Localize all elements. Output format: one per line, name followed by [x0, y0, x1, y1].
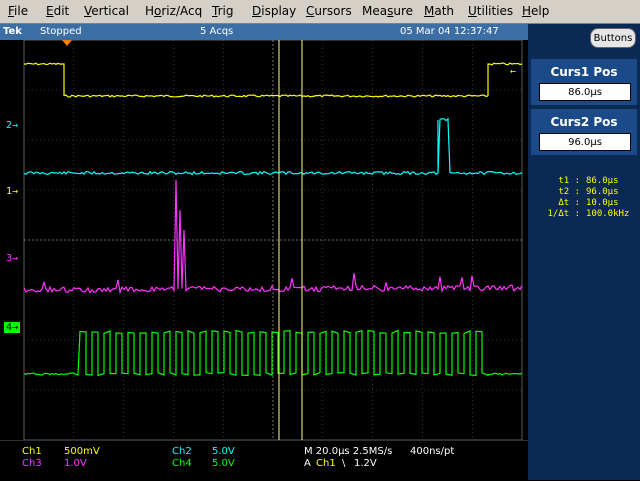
cursor1-title: Curs1 Pos: [550, 65, 618, 79]
trigger-level[interactable]: 1.2V: [354, 458, 377, 469]
menu-utilities[interactable]: Utilities: [468, 4, 513, 18]
cursor2-title: Curs2 Pos: [550, 115, 618, 129]
channel-1-marker[interactable]: 1→: [6, 186, 18, 197]
menu-horiz-acq[interactable]: Horiz/Acq: [145, 4, 202, 18]
menu-edit[interactable]: Edit: [46, 4, 69, 18]
graticule: [0, 40, 528, 440]
menu-mnemonic: H: [522, 4, 532, 18]
acquisition-count: 5 Acqs: [200, 26, 234, 37]
date-time: 05 Mar 04 12:37:47: [400, 26, 499, 37]
menu-mnemonic: F: [8, 4, 15, 18]
menu-vertical[interactable]: Vertical: [84, 4, 129, 18]
cursor2-position-control[interactable]: Curs2 Pos 96.0µs: [530, 108, 638, 156]
t2-value: 96.0µs: [586, 187, 619, 197]
record-readout: 400ns/pt: [410, 446, 455, 457]
menu-mnemonic: E: [46, 4, 54, 18]
menu-mnemonic: C: [306, 4, 315, 18]
menu-mnemonic: M: [424, 4, 435, 18]
menu-mnemonic: T: [212, 4, 218, 18]
menu-file[interactable]: File: [8, 4, 28, 18]
ch1-label[interactable]: Ch1: [22, 446, 42, 457]
cursor1-value-field[interactable]: 86.0µs: [539, 83, 631, 101]
arrow-right-icon: →: [12, 120, 19, 131]
cursor-readout-row: t2 : 96.0µs: [530, 187, 638, 198]
ch2-scale[interactable]: 5.0V: [212, 446, 235, 457]
cursor-readout-row: Δt : 10.0µs: [530, 198, 638, 209]
ch4-scale[interactable]: 5.0V: [212, 458, 235, 469]
run-state: Stopped: [40, 26, 82, 37]
channel-2-marker[interactable]: 2→: [6, 120, 18, 131]
freq-label: 1/Δt :: [547, 209, 580, 219]
timebase-readout[interactable]: M 20.0µs 2.5MS/s: [304, 446, 392, 457]
menu-cursors[interactable]: Cursors: [306, 4, 352, 18]
arrow-left-icon: ←: [510, 66, 517, 77]
brand-label: Tek: [3, 26, 22, 37]
ch3-label[interactable]: Ch3: [22, 458, 42, 469]
trigger-slope-icon: \: [342, 458, 346, 469]
trigger-source[interactable]: Ch1: [316, 458, 336, 469]
ch2-label[interactable]: Ch2: [172, 446, 192, 457]
ch1-scale[interactable]: 500mV: [64, 446, 100, 457]
menu-display[interactable]: Display: [252, 4, 296, 18]
cursor-readout-row: 1/Δt : 100.0kHz: [530, 209, 638, 220]
menu-mnemonic: s: [387, 4, 394, 18]
delta-t-label: Δt :: [558, 198, 580, 208]
menu-trig[interactable]: Trig: [212, 4, 233, 18]
cursor-readout: t1 : 86.0µs t2 : 96.0µs Δt : 10.0µs 1/Δt…: [530, 176, 638, 220]
menu-measure[interactable]: Measure: [362, 4, 413, 18]
cursor2-value-field[interactable]: 96.0µs: [539, 133, 631, 151]
ch3-scale[interactable]: 1.0V: [64, 458, 87, 469]
delta-t-value: 10.0µs: [586, 198, 619, 208]
freq-value: 100.0kHz: [586, 209, 630, 219]
t1-label: t1 :: [558, 176, 580, 186]
waveform-display[interactable]: 2→ 1→ 3→ 4→ ←: [0, 40, 528, 440]
arrow-right-icon: →: [12, 186, 19, 197]
buttons-button[interactable]: Buttons: [590, 28, 636, 48]
menu-help[interactable]: Help: [522, 4, 549, 18]
ch4-label[interactable]: Ch4: [172, 458, 192, 469]
menu-bar: File Edit Vertical Horiz/Acq Trig Displa…: [0, 0, 640, 24]
menu-mnemonic: o: [154, 4, 162, 18]
trigger-level-marker[interactable]: ←: [510, 66, 516, 77]
menu-math[interactable]: Math: [424, 4, 454, 18]
cursor1-position-control[interactable]: Curs1 Pos 86.0µs: [530, 58, 638, 106]
menu-mnemonic: D: [252, 4, 262, 18]
status-bar: Tek Stopped 5 Acqs 05 Mar 04 12:37:47: [0, 24, 528, 40]
cursor-readout-row: t1 : 86.0µs: [530, 176, 638, 187]
t2-label: t2 :: [558, 187, 580, 197]
trigger-position-marker: [62, 40, 72, 46]
menu-mnemonic: U: [468, 4, 477, 18]
arrow-right-icon: →: [12, 322, 19, 333]
channel-3-marker[interactable]: 3→: [6, 253, 18, 264]
arrow-right-icon: →: [12, 253, 19, 264]
channel-4-marker[interactable]: 4→: [4, 322, 21, 333]
t1-value: 86.0µs: [586, 176, 619, 186]
channel-readout: Ch1 500mV Ch3 1.0V Ch2 5.0V Ch4 5.0V M 2…: [0, 440, 528, 481]
trigger-prefix: A: [304, 458, 311, 469]
menu-mnemonic: V: [84, 4, 92, 18]
